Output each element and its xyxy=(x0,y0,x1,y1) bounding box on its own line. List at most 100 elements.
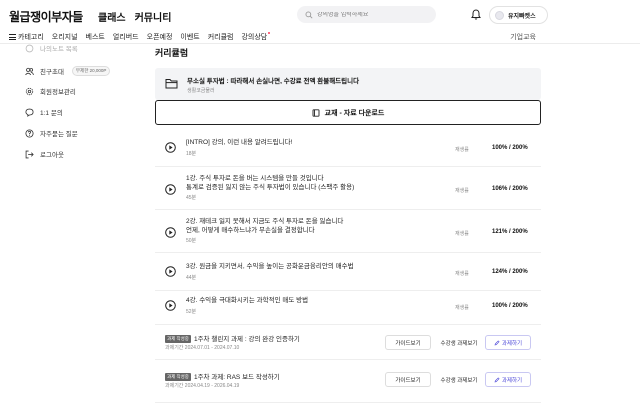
lecture-duration: 45분 xyxy=(186,195,197,201)
peer-assignments-button[interactable]: 수강생 과제보기 xyxy=(436,335,482,350)
sidebar-item-faq[interactable]: 자주묻는 질문 xyxy=(25,127,78,139)
subnav-item-original[interactable]: 오리지널 xyxy=(52,32,78,42)
curriculum-panel: 커리큘럼 무소실 투자법 : 따라해서 손실나면, 수강료 전액 환불해드립니다… xyxy=(155,44,541,405)
sidebar-item-notes[interactable]: 나의노트 목록 xyxy=(25,42,78,54)
play-icon[interactable] xyxy=(165,142,176,153)
lecture-title: 2강. 재테크 잃지 못해서 지금도 주식 투자로 돈을 잃습니다 xyxy=(186,218,344,225)
category-menu[interactable]: 카테고리 xyxy=(9,32,44,42)
sidebar-item-inquiry[interactable]: 1:1 문의 xyxy=(25,106,63,118)
notice-title: 무소실 투자법 : 따라해서 손실나면, 수강료 전액 환불해드립니다 xyxy=(187,78,360,85)
page-title: 커리큘럼 xyxy=(155,48,189,58)
lecture-progress: 100% / 200% xyxy=(492,145,528,151)
lecture-progress: 100% / 200% xyxy=(492,303,528,309)
sidebar-item-label: 회원정보관리 xyxy=(40,89,76,96)
subnav-item-earlybird[interactable]: 얼리버드 xyxy=(113,32,139,42)
pencil-icon xyxy=(494,376,500,382)
assignment-date: 과제기간 2024.04.19 - 2026.04.19 xyxy=(165,383,240,389)
notice-subtitle: 생활코금물러 xyxy=(187,88,215,94)
replay-label: 재생률 xyxy=(455,305,469,311)
assignment-title-text: 1주차 챌린지 과제 : 강의 완강 인증하기 xyxy=(193,336,300,343)
submit-label: 과제하기 xyxy=(501,340,523,347)
note-icon xyxy=(25,44,34,52)
divider xyxy=(155,290,541,291)
replay-label: 재생률 xyxy=(455,188,469,194)
sidebar-item-logout[interactable]: 로그아웃 xyxy=(25,148,64,160)
replay-label: 재생률 xyxy=(455,147,469,153)
lecture-duration: 50분 xyxy=(186,238,197,244)
subnav-item-category: 카테고리 xyxy=(18,34,44,41)
lecture-subtitle: 통계로 검증된 잃지 않는 주식 투자법이 있습니다 (스팩주 활용) xyxy=(186,183,355,191)
bell-icon[interactable] xyxy=(471,9,481,20)
nav-community[interactable]: 커뮤니티 xyxy=(135,9,172,24)
logo[interactable]: 월급쟁이부자들 xyxy=(9,8,83,25)
play-icon[interactable] xyxy=(165,184,176,195)
search-input[interactable] xyxy=(317,11,427,18)
assignment-date: 과제기간 2024.07.01 - 2024.07.10 xyxy=(165,345,240,351)
guide-button[interactable]: 가이드보기 xyxy=(385,335,431,350)
lecture-duration: 44분 xyxy=(186,275,197,281)
list-item[interactable]: [INTRO] 강의, 이런 내용 알려드립니다! 18분 재생률 100% /… xyxy=(155,137,541,162)
divider xyxy=(155,402,541,403)
subnav-item-event[interactable]: 이벤트 xyxy=(180,32,199,42)
subnav-item-upcoming[interactable]: 오픈예정 xyxy=(147,32,173,42)
play-icon[interactable] xyxy=(165,300,176,311)
question-icon xyxy=(25,128,34,138)
pencil-icon xyxy=(494,339,500,345)
sidebar-item-label: 친구초대 xyxy=(40,69,64,76)
list-item[interactable]: 2강. 재테크 잃지 못해서 지금도 주식 투자로 돈을 잃습니다 언제, 어떻… xyxy=(155,218,541,248)
assignment-title-text: 1주차 과제: RAS 보드 작성하기 xyxy=(193,374,280,381)
username: 유지빠켓스 xyxy=(508,13,536,20)
gear-icon xyxy=(25,87,34,95)
sidebar-item-account[interactable]: 회원정보관리 xyxy=(25,85,76,97)
divider xyxy=(155,324,541,325)
sidebar-item-invite[interactable]: 친구초대 무제한 20,000P xyxy=(25,65,111,77)
menu-icon xyxy=(9,34,16,40)
subnav-item-corporate[interactable]: 기업교육 xyxy=(510,32,536,42)
search-bar[interactable] xyxy=(297,6,436,23)
play-icon[interactable] xyxy=(165,266,176,277)
lecture-title: 4강. 수익을 극대화시키는 과학적인 매도 방법 xyxy=(186,297,309,304)
lecture-progress: 106% / 200% xyxy=(492,186,528,192)
submit-label: 과제하기 xyxy=(501,377,523,384)
replay-label: 재생률 xyxy=(455,271,469,277)
divider xyxy=(155,209,541,210)
replay-label: 재생률 xyxy=(455,231,469,237)
peer-assignments-button[interactable]: 수강생 과제보기 xyxy=(436,372,482,387)
lecture-duration: 52분 xyxy=(186,309,197,315)
sidebar-item-label: 로그아웃 xyxy=(40,152,64,159)
search-icon xyxy=(305,11,313,19)
lecture-duration: 18분 xyxy=(186,151,197,157)
list-item[interactable]: 4강. 수익을 극대화시키는 과학적인 매도 방법 52분 재생률 100% /… xyxy=(155,295,541,320)
download-materials-button[interactable]: 교재 - 자료 다운로드 xyxy=(155,100,541,125)
sub-nav: 카테고리 오리지널 베스트 얼리버드 오픈예정 이벤트 커리큘럼 강의상담 기업… xyxy=(0,30,640,44)
lecture-progress: 121% / 200% xyxy=(492,229,528,235)
subnav-item-best[interactable]: 베스트 xyxy=(86,32,105,42)
divider xyxy=(155,252,541,253)
assignment-row: 과제 작성중 1주차 과제: RAS 보드 작성하기 과제기간 2024.04.1… xyxy=(155,371,541,405)
list-item[interactable]: 3강. 원금을 지키면서, 수익을 높이는 공화운금융리안의 매수법 44분 재… xyxy=(155,261,541,286)
lecture-subtitle: 언제, 어떻게 매수하느냐가 무손실을 결정합니다 xyxy=(186,226,315,234)
invite-badge: 무제한 20,000P xyxy=(71,66,111,76)
play-icon[interactable] xyxy=(165,227,176,238)
logout-icon xyxy=(25,150,34,158)
guide-button[interactable]: 가이드보기 xyxy=(385,372,431,387)
folder-icon xyxy=(165,79,178,89)
top-header: 월급쟁이부자들 클래스 커뮤니티 유지빠켓스 xyxy=(0,0,640,30)
notice-box: 무소실 투자법 : 따라해서 손실나면, 수강료 전액 환불해드립니다 생활코금… xyxy=(155,68,541,100)
sidebar: 나의노트 목록 친구초대 무제한 20,000P 회원정보관리 1:1 문의 자… xyxy=(0,44,140,405)
submit-assignment-button[interactable]: 과제하기 xyxy=(485,335,531,350)
subnav-item-curriculum[interactable]: 커리큘럼 xyxy=(208,32,234,42)
nav-class[interactable]: 클래스 xyxy=(98,9,126,24)
assignment-row: 과제 작성중 1주차 챌린지 과제 : 강의 완강 인증하기 과제기간 2024.… xyxy=(155,333,541,369)
submit-assignment-button[interactable]: 과제하기 xyxy=(485,372,531,387)
lecture-progress: 124% / 200% xyxy=(492,269,528,275)
subnav-item-consult[interactable]: 강의상담 xyxy=(241,32,270,42)
user-menu[interactable]: 유지빠켓스 xyxy=(489,6,548,24)
divider xyxy=(155,166,541,167)
status-badge: 과제 작성중 xyxy=(165,335,191,344)
status-badge: 과제 작성중 xyxy=(165,373,191,382)
list-item[interactable]: 1강. 주식 투자로 돈을 버는 시스템을 만들 것입니다 통계로 검증된 잃지… xyxy=(155,175,541,205)
assignment-title: 과제 작성중 1주차 과제: RAS 보드 작성하기 xyxy=(165,371,280,382)
lecture-title: 1강. 주식 투자로 돈을 버는 시스템을 만들 것입니다 xyxy=(186,175,324,182)
sidebar-item-label: 자주묻는 질문 xyxy=(40,131,78,138)
